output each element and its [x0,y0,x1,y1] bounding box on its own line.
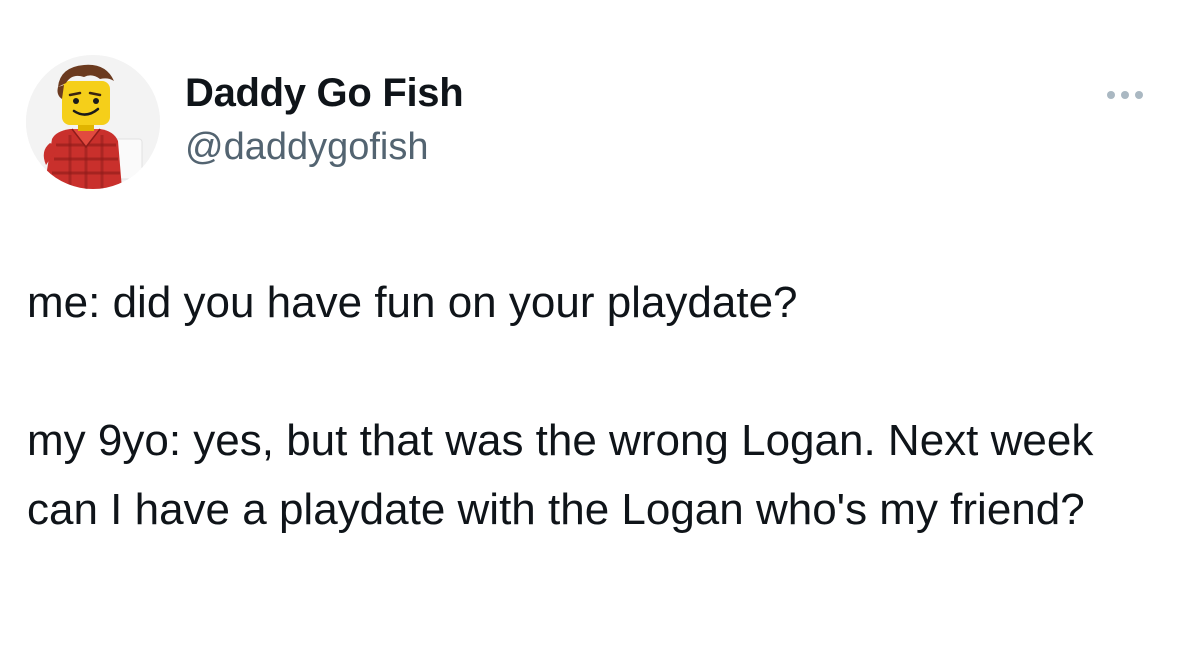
avatar[interactable] [26,55,160,189]
tweet-card: Daddy Go Fish @daddygofish me: did you h… [0,0,1179,646]
author-display-name[interactable]: Daddy Go Fish [185,71,464,116]
tweet-line-question: me: did you have fun on your playdate? [27,278,798,327]
lego-minifigure-avatar-icon [26,55,160,189]
tweet-text: me: did you have fun on your playdate? m… [27,268,1157,544]
more-options-button[interactable] [1095,80,1155,110]
tweet-line-answer: my 9yo: yes, but that was the wrong Loga… [27,416,1094,534]
more-options-icon [1107,91,1143,99]
author-handle[interactable]: @daddygofish [185,126,429,169]
